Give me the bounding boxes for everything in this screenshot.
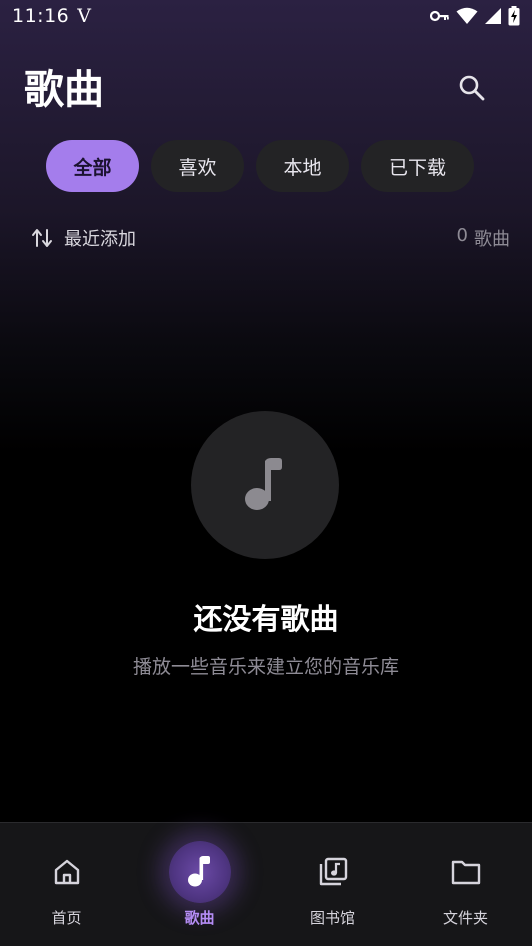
nav-item-songs[interactable]: 歌曲 xyxy=(133,823,266,946)
folder-icon xyxy=(451,860,481,885)
search-icon xyxy=(459,75,485,101)
nav-item-library[interactable]: 图书馆 xyxy=(266,823,399,946)
sort-row: 最近添加 0 歌曲 xyxy=(30,222,510,254)
wifi-icon xyxy=(456,7,478,24)
empty-state-title: 还没有歌曲 xyxy=(193,602,339,636)
chip-downloaded[interactable]: 已下载 xyxy=(361,140,474,192)
nav-label-home: 首页 xyxy=(51,909,82,927)
chip-local[interactable]: 本地 xyxy=(256,140,349,192)
chip-favorites[interactable]: 喜欢 xyxy=(151,140,244,192)
status-bar: 11:16 V xyxy=(0,0,532,32)
empty-state-subtitle: 播放一些音乐来建立您的音乐库 xyxy=(132,656,399,678)
nav-item-home[interactable]: 首页 xyxy=(0,823,133,946)
chip-all[interactable]: 全部 xyxy=(46,140,139,192)
battery-charging-icon xyxy=(508,6,520,26)
search-button[interactable] xyxy=(450,66,494,110)
home-icon xyxy=(54,859,80,885)
music-note-icon xyxy=(188,856,210,887)
page-title: 歌曲 xyxy=(24,67,104,113)
signal-icon xyxy=(485,8,501,24)
sort-label: 最近添加 xyxy=(64,229,136,250)
sort-arrows-icon xyxy=(32,229,52,247)
song-count-value: 0 xyxy=(456,225,468,246)
nav-label-library: 图书馆 xyxy=(309,909,355,927)
song-count-unit: 歌曲 xyxy=(474,229,510,250)
nav-label-folders: 文件夹 xyxy=(442,909,488,927)
carrier-glyph: V xyxy=(77,5,92,27)
filter-chips: 全部 喜欢 本地 已下载 xyxy=(46,140,474,192)
sort-button[interactable]: 最近添加 xyxy=(30,225,136,251)
music-note-icon xyxy=(245,458,282,510)
key-icon xyxy=(430,10,449,22)
song-count: 0 歌曲 xyxy=(457,225,510,251)
library-icon xyxy=(319,857,348,886)
nav-label-songs: 歌曲 xyxy=(184,909,215,927)
nav-item-folders[interactable]: 文件夹 xyxy=(399,823,532,946)
bottom-navigation: 首页 歌曲 图书馆 文件夹 xyxy=(0,822,532,946)
status-time: 11:16 xyxy=(12,5,70,27)
app-screen: 11:16 V 歌曲 全部 喜欢 本地 已下载 最近添加 0 歌曲 还没有歌曲 … xyxy=(0,0,532,946)
empty-state-illustration xyxy=(191,411,339,559)
